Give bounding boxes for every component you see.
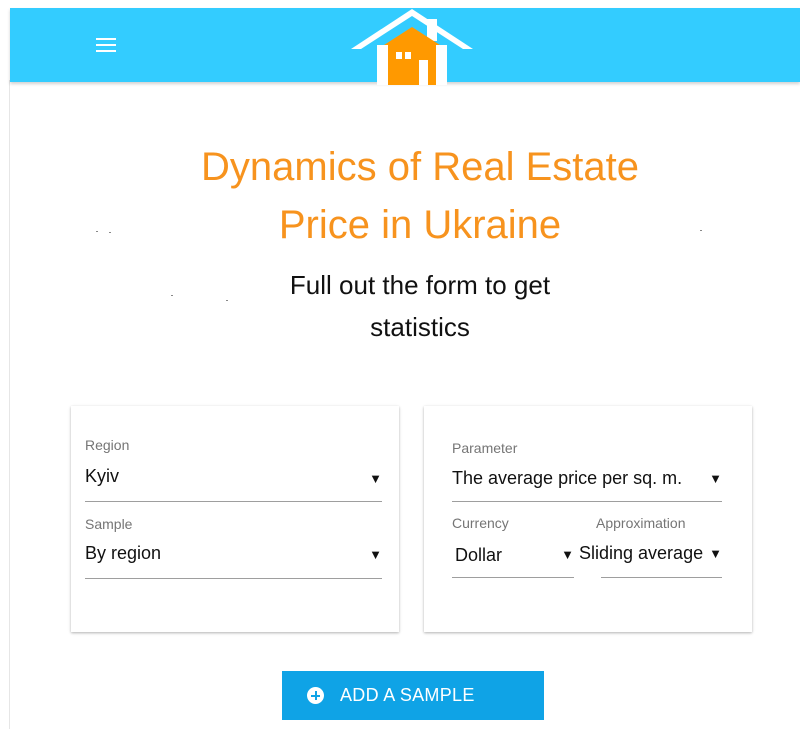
- page-subtitle-line-1: Full out the form to get: [289, 270, 551, 300]
- parameter-select[interactable]: Parameter The average price per sq. m. ▼: [452, 440, 722, 503]
- sample-select[interactable]: Sample By region ▼: [85, 516, 382, 580]
- parameter-label: Parameter: [452, 440, 518, 456]
- region-select[interactable]: Region Kyiv ▼: [85, 437, 382, 503]
- sample-label: Sample: [85, 516, 133, 532]
- page-title: Dynamics of Real Estate Price in Ukraine: [0, 138, 800, 254]
- plus-circle-icon: [307, 687, 324, 704]
- approximation-select[interactable]: Approximation Sliding average ▼: [579, 515, 722, 579]
- location-form-card: Region Kyiv ▼ Sample By region ▼: [71, 406, 399, 632]
- dropdown-arrow-icon: ▼: [709, 471, 722, 486]
- sample-value: By region: [85, 543, 162, 563]
- hamburger-menu-icon[interactable]: [96, 38, 116, 52]
- approximation-value: Sliding average: [579, 543, 704, 563]
- currency-value: Dollar: [455, 545, 503, 565]
- dropdown-arrow-icon: ▼: [369, 547, 382, 562]
- top-app-bar: [10, 5, 800, 85]
- currency-label: Currency: [452, 515, 509, 531]
- dropdown-arrow-icon: ▼: [709, 546, 722, 561]
- dropdown-arrow-icon: ▼: [561, 547, 574, 562]
- add-sample-label: ADD A SAMPLE: [340, 685, 475, 705]
- region-value: Kyiv: [85, 466, 120, 486]
- add-sample-button[interactable]: ADD A SAMPLE: [282, 671, 544, 720]
- dropdown-arrow-icon: ▼: [369, 471, 382, 486]
- parameter-value: The average price per sq. m.: [452, 468, 683, 488]
- page-title-line-2: Price in Ukraine: [278, 203, 562, 247]
- currency-select[interactable]: Currency Dollar ▼: [452, 515, 574, 579]
- house-icon[interactable]: [351, 5, 473, 85]
- page-title-line-1: Dynamics of Real Estate: [201, 145, 639, 189]
- approximation-label: Approximation: [596, 515, 686, 531]
- parameter-form-card: Parameter The average price per sq. m. ▼…: [424, 406, 752, 632]
- page-subtitle: Full out the form to get statistics: [0, 264, 800, 348]
- region-label: Region: [85, 437, 130, 453]
- page-subtitle-line-2: statistics: [370, 312, 470, 342]
